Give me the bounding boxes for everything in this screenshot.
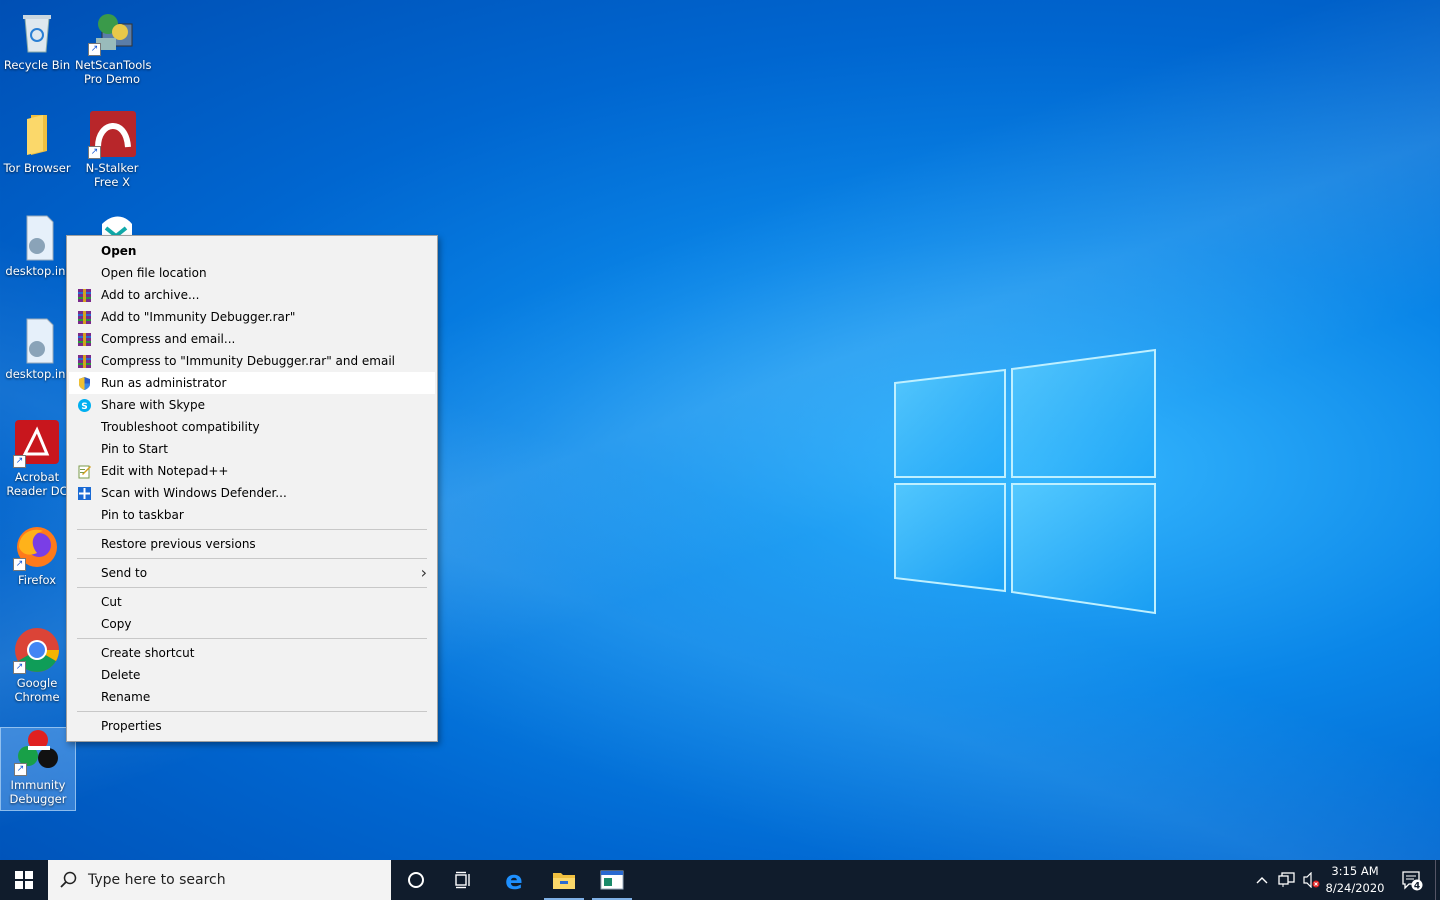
desktop-icon-immunity-debugger[interactable]: ↗ Immunity Debugger bbox=[0, 727, 76, 811]
menu-separator bbox=[77, 711, 427, 712]
action-center-button[interactable]: 4 bbox=[1392, 860, 1432, 900]
menu-separator bbox=[77, 587, 427, 588]
svg-text:S: S bbox=[81, 402, 87, 412]
volume-muted-icon bbox=[1303, 872, 1320, 888]
menu-item-compress-to-rar-and-email[interactable]: Compress to "Immunity Debugger.rar" and … bbox=[67, 350, 437, 372]
uac-shield-icon bbox=[79, 377, 90, 390]
firefox-icon: ↗ bbox=[13, 523, 61, 571]
recycle-bin-icon bbox=[13, 8, 61, 56]
chrome-icon: ↗ bbox=[13, 626, 61, 674]
desktop-icon-tor-browser[interactable]: Tor Browser bbox=[0, 111, 74, 175]
menu-item-share-with-skype[interactable]: S Share with Skype bbox=[67, 394, 437, 416]
notification-count-badge: 4 bbox=[1414, 882, 1420, 892]
folder-icon bbox=[13, 111, 61, 159]
chevron-up-icon bbox=[1256, 877, 1268, 884]
settings-file-icon bbox=[13, 214, 61, 262]
menu-item-copy[interactable]: Copy bbox=[67, 613, 437, 635]
menu-item-send-to[interactable]: Send to › bbox=[67, 562, 437, 584]
menu-separator bbox=[77, 558, 427, 559]
desktop-icon-desktop-ini-2[interactable]: desktop.ini bbox=[0, 317, 74, 381]
menu-item-pin-to-taskbar[interactable]: Pin to taskbar bbox=[67, 504, 437, 526]
window-app-icon bbox=[600, 870, 624, 890]
volume-tray-button[interactable] bbox=[1299, 860, 1323, 900]
notifications-icon: 4 bbox=[1402, 871, 1423, 892]
menu-item-pin-to-start[interactable]: Pin to Start bbox=[67, 438, 437, 460]
winrar-icon bbox=[78, 311, 91, 324]
defender-icon bbox=[78, 487, 91, 500]
menu-item-rename[interactable]: Rename bbox=[67, 686, 437, 708]
taskbar-clock[interactable]: 3:15 AM 8/24/2020 bbox=[1322, 863, 1388, 897]
file-explorer-icon bbox=[553, 873, 575, 889]
desktop-icon-desktop-ini-1[interactable]: desktop.ini bbox=[0, 214, 74, 278]
taskbar-file-explorer-button[interactable] bbox=[540, 860, 588, 900]
cortana-icon bbox=[408, 872, 424, 888]
settings-file-icon bbox=[13, 317, 61, 365]
desktop-icon-n-stalker[interactable]: ↗ N-Stalker Free X bbox=[75, 111, 149, 189]
network-tray-button[interactable] bbox=[1275, 860, 1299, 900]
menu-item-properties[interactable]: Properties bbox=[67, 715, 437, 737]
taskbar-app-button[interactable] bbox=[588, 860, 636, 900]
chevron-right-icon: › bbox=[420, 563, 427, 582]
desktop-icon-acrobat[interactable]: ↗ Acrobat Reader DC bbox=[0, 420, 74, 498]
winrar-icon bbox=[78, 289, 91, 302]
desktop-icon-firefox[interactable]: ↗ Firefox bbox=[0, 523, 74, 587]
menu-item-run-as-administrator[interactable]: Run as administrator bbox=[69, 372, 435, 394]
menu-item-scan-with-defender[interactable]: Scan with Windows Defender... bbox=[67, 482, 437, 504]
show-hidden-icons-button[interactable] bbox=[1250, 860, 1274, 900]
menu-item-compress-and-email[interactable]: Compress and email... bbox=[67, 328, 437, 350]
menu-item-open-file-location[interactable]: Open file location bbox=[67, 262, 437, 284]
acrobat-icon: ↗ bbox=[13, 420, 61, 468]
menu-item-restore-previous-versions[interactable]: Restore previous versions bbox=[67, 533, 437, 555]
n-stalker-icon: ↗ bbox=[88, 111, 136, 159]
taskbar-edge-button[interactable]: e bbox=[490, 860, 538, 900]
taskbar-search-box[interactable]: Type here to search bbox=[48, 860, 391, 900]
notepadpp-icon bbox=[78, 465, 91, 479]
windows-logo-wallpaper bbox=[894, 348, 1156, 615]
menu-item-add-to-rar[interactable]: Add to "Immunity Debugger.rar" bbox=[67, 306, 437, 328]
skype-icon: S bbox=[78, 399, 91, 412]
edge-icon: e bbox=[505, 868, 523, 892]
menu-item-add-to-archive[interactable]: Add to archive... bbox=[67, 284, 437, 306]
clock-date: 8/24/2020 bbox=[1325, 881, 1385, 895]
context-menu: Open Open file location Add to archive..… bbox=[66, 235, 438, 742]
start-button[interactable] bbox=[0, 860, 48, 900]
immunity-debugger-icon: ↗ bbox=[14, 728, 62, 776]
netscantools-icon: ↗ bbox=[88, 8, 136, 56]
svg-text:e: e bbox=[505, 868, 523, 892]
menu-separator bbox=[77, 638, 427, 639]
show-desktop-button[interactable] bbox=[1435, 860, 1440, 900]
menu-item-edit-with-notepadpp[interactable]: Edit with Notepad++ bbox=[67, 460, 437, 482]
search-placeholder: Type here to search bbox=[88, 872, 226, 888]
menu-item-cut[interactable]: Cut bbox=[67, 591, 437, 613]
menu-item-troubleshoot-compatibility[interactable]: Troubleshoot compatibility bbox=[67, 416, 437, 438]
cortana-button[interactable] bbox=[392, 860, 440, 900]
task-view-icon bbox=[455, 871, 470, 889]
search-icon bbox=[60, 871, 77, 888]
winrar-icon bbox=[78, 333, 91, 346]
desktop-icon-netscantools[interactable]: ↗ NetScanTools Pro Demo bbox=[75, 8, 151, 86]
desktop-icon-recycle-bin[interactable]: Recycle Bin bbox=[0, 8, 74, 72]
winrar-icon bbox=[78, 355, 91, 368]
taskbar: Type here to search e 3:15 AM 8/24/2020 … bbox=[0, 860, 1440, 900]
task-view-button[interactable] bbox=[440, 860, 488, 900]
menu-item-open[interactable]: Open bbox=[67, 240, 437, 262]
windows-start-icon bbox=[15, 871, 33, 889]
network-icon bbox=[1278, 872, 1295, 887]
desktop-icon-chrome[interactable]: ↗ Google Chrome bbox=[0, 626, 74, 704]
clock-time: 3:15 AM bbox=[1331, 864, 1379, 878]
menu-item-create-shortcut[interactable]: Create shortcut bbox=[67, 642, 437, 664]
menu-separator bbox=[77, 529, 427, 530]
menu-item-delete[interactable]: Delete bbox=[67, 664, 437, 686]
